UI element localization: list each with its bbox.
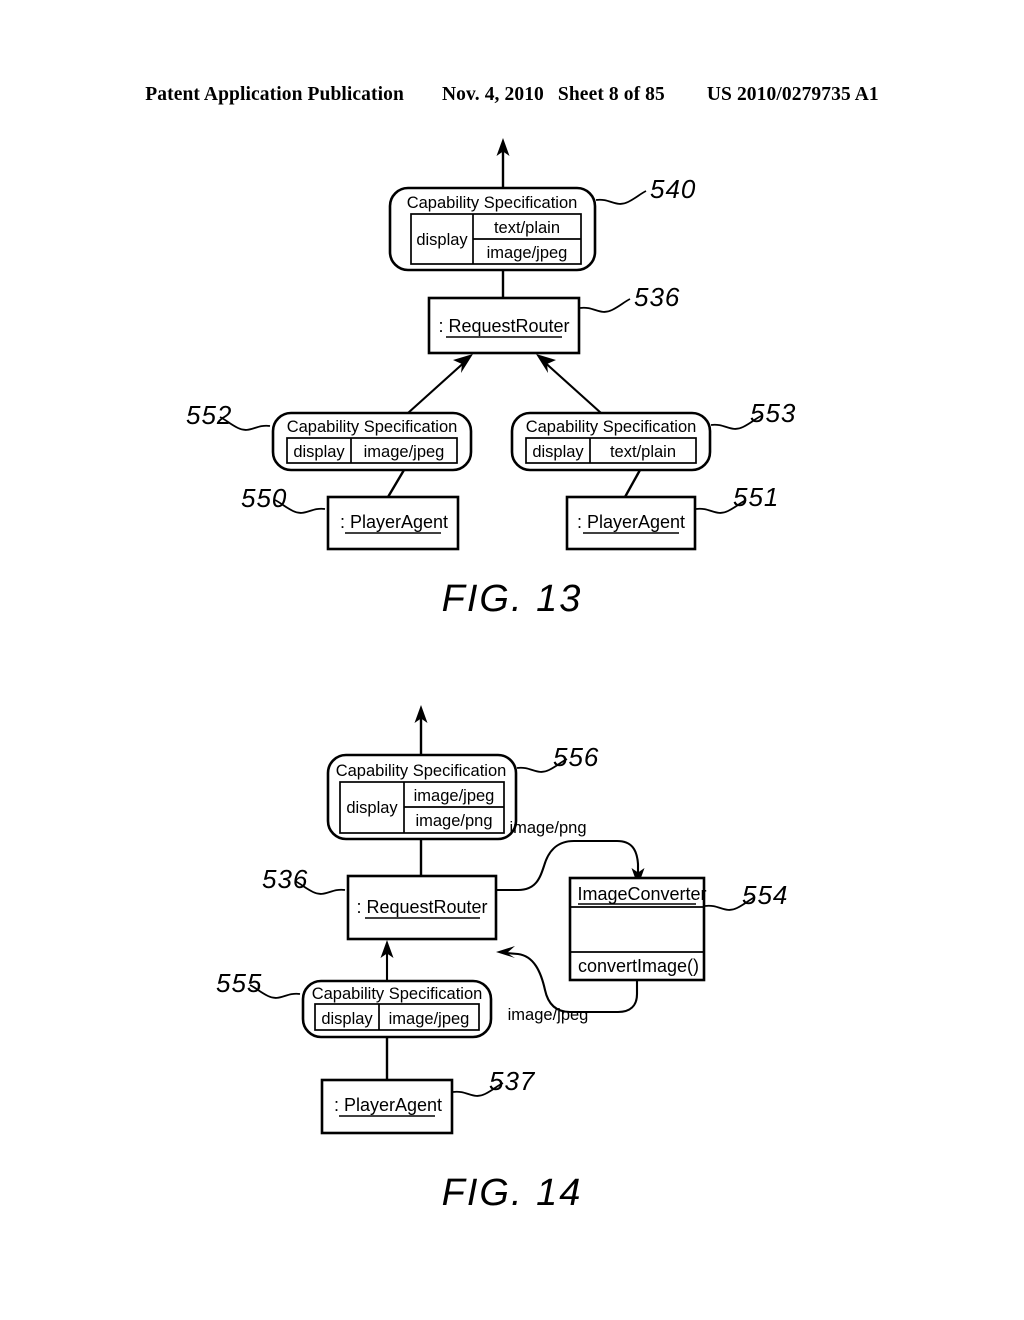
capability-spec-value-0: image/jpeg: [414, 787, 495, 805]
reference-numeral-553: 553: [750, 398, 796, 428]
image-converter-operation: convertImage(): [578, 956, 699, 976]
publication-title: Patent Application Publication: [145, 84, 404, 105]
reference-numeral-552: 552: [186, 400, 232, 430]
capability-spec-value-1: image/png: [415, 812, 492, 830]
fig13-capability-spec-553: Capability Specification display text/pl…: [510, 398, 796, 472]
reference-numeral-537: 537: [489, 1066, 536, 1096]
fig13-link-spec553-agent551: [623, 469, 642, 498]
fig13-capability-spec-540: Capability Specification display text/pl…: [388, 174, 696, 272]
reference-numeral-555: 555: [216, 968, 262, 998]
capability-spec-key: display: [532, 443, 584, 461]
capability-spec-key: display: [346, 799, 398, 817]
fig13-player-agent-550: : PlayerAgent 550: [241, 483, 460, 551]
publication-header: Patent Application Publication Nov. 4, 2…: [0, 84, 1024, 114]
patent-page: Patent Application Publication Nov. 4, 2…: [0, 0, 1024, 1320]
figure-14-diagram: Capability Specification display image/j…: [216, 705, 788, 1135]
publication-number: US 2010/0279735 A1: [706, 84, 879, 105]
figure-13-diagram: Capability Specification display text/pl…: [186, 138, 796, 551]
player-agent-label: : PlayerAgent: [340, 512, 448, 532]
capability-spec-title: Capability Specification: [287, 418, 458, 436]
edge-label-image-jpeg: image/jpeg: [508, 1006, 589, 1024]
image-converter-label: : ImageConverter: [567, 884, 706, 904]
fig13-player-agent-551: : PlayerAgent 551: [565, 482, 779, 551]
capability-spec-title: Capability Specification: [312, 985, 483, 1003]
capability-spec-value-0: image/jpeg: [364, 443, 445, 461]
publication-date: Nov. 4, 2010: [441, 84, 544, 105]
capability-spec-value-0: text/plain: [610, 443, 676, 461]
sheet-number: Sheet 8 of 85: [557, 84, 665, 105]
capability-spec-value-0: image/jpeg: [389, 1010, 470, 1028]
capability-spec-key: display: [321, 1010, 373, 1028]
fig13-capability-spec-552: Capability Specification display image/j…: [186, 400, 473, 472]
request-router-label: : RequestRouter: [356, 897, 487, 917]
fig13-request-router-536: : RequestRouter 536: [427, 282, 680, 355]
fig14-output-arrow: [414, 705, 428, 756]
fig14-player-agent-537: : PlayerAgent 537: [320, 1066, 536, 1135]
fig13-arrow-right-spec-to-router: [536, 354, 602, 414]
figure-14-caption: FIG. 14: [441, 1172, 583, 1214]
reference-numeral-540: 540: [650, 174, 696, 204]
reference-numeral-536: 536: [262, 864, 308, 894]
capability-spec-title: Capability Specification: [407, 194, 578, 212]
fig13-arrow-left-spec-to-router: [407, 354, 473, 414]
player-agent-label: : PlayerAgent: [577, 512, 685, 532]
fig14-arrow-spec555-to-router: [380, 940, 394, 981]
player-agent-label: : PlayerAgent: [334, 1095, 442, 1115]
reference-numeral-551: 551: [733, 482, 779, 512]
fig14-request-router-536: : RequestRouter 536: [262, 864, 498, 941]
capability-spec-key: display: [416, 231, 468, 249]
reference-numeral-550: 550: [241, 483, 287, 513]
capability-spec-value-0: text/plain: [494, 219, 560, 237]
capability-spec-title: Capability Specification: [526, 418, 697, 436]
fig14-image-converter-554: : ImageConverter convertImage() 554: [567, 876, 788, 982]
capability-spec-value-1: image/jpeg: [487, 244, 568, 262]
edge-label-image-png: image/png: [509, 819, 586, 837]
capability-spec-title: Capability Specification: [336, 762, 507, 780]
fig13-link-spec552-agent550: [386, 469, 406, 498]
reference-numeral-536: 536: [634, 282, 680, 312]
fig13-output-arrow: [496, 138, 510, 190]
fig14-capability-spec-555: Capability Specification display image/j…: [216, 968, 493, 1039]
figure-13-caption: FIG. 13: [441, 578, 583, 620]
capability-spec-key: display: [293, 443, 345, 461]
reference-numeral-554: 554: [742, 880, 788, 910]
request-router-label: : RequestRouter: [438, 316, 569, 336]
reference-numeral-556: 556: [553, 742, 599, 772]
